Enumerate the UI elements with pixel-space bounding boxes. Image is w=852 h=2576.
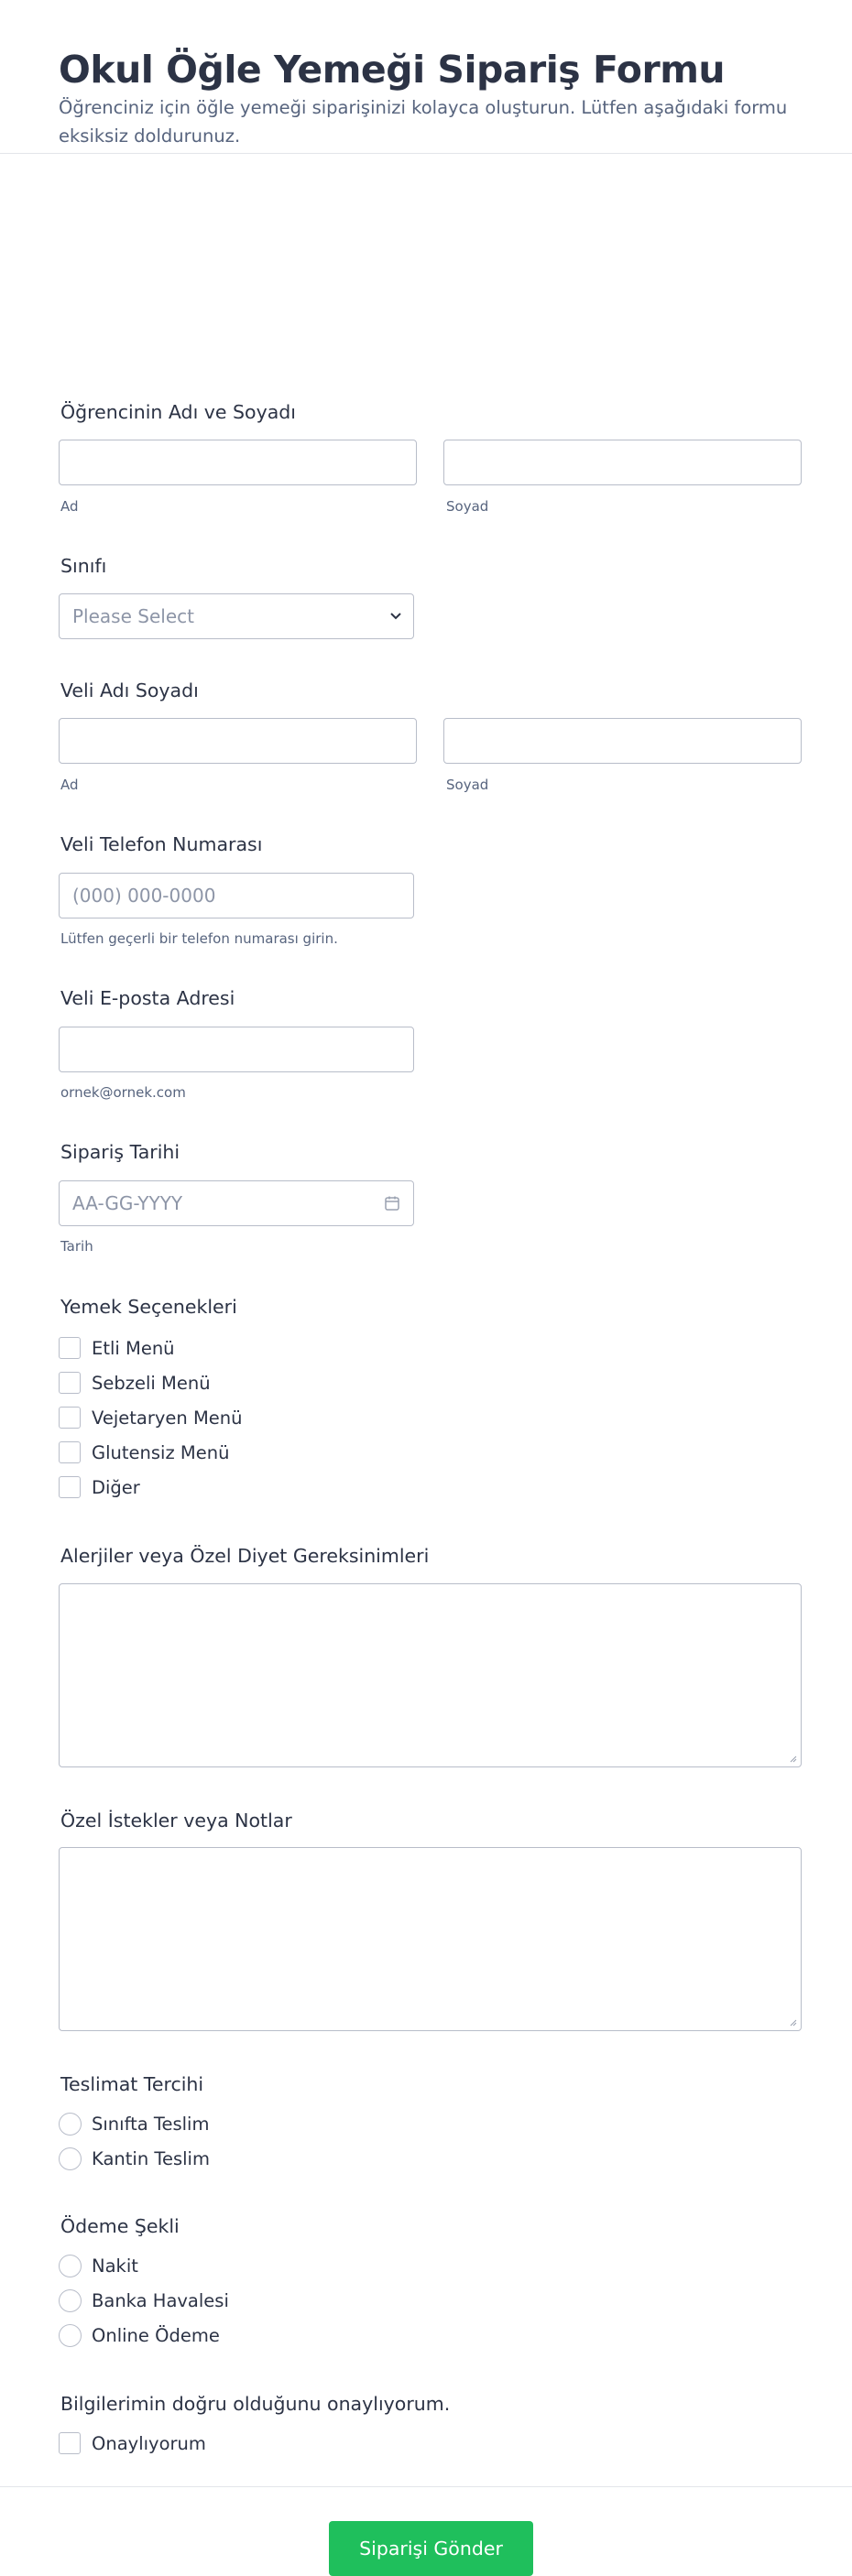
parent-name-label: Veli Adı Soyadı bbox=[60, 679, 199, 701]
notes-label: Özel İstekler veya Notlar bbox=[60, 1810, 292, 1831]
submit-button[interactable]: Siparişi Gönder bbox=[329, 2521, 533, 2576]
delivery-option-label: Sınıfta Teslim bbox=[92, 2113, 210, 2135]
order-date-sublabel: Tarih bbox=[60, 1238, 93, 1255]
resize-handle-icon[interactable] bbox=[788, 2017, 797, 2027]
checkbox[interactable] bbox=[59, 1476, 81, 1498]
meal-option-label: Diğer bbox=[92, 1476, 140, 1498]
checkbox[interactable] bbox=[59, 2432, 81, 2454]
confirm-option[interactable]: Onaylıyorum bbox=[59, 2431, 206, 2455]
meal-option[interactable]: Glutensiz Menü bbox=[59, 1440, 229, 1464]
parent-email-label: Veli E-posta Adresi bbox=[60, 987, 235, 1009]
radio-button[interactable] bbox=[59, 2288, 82, 2312]
checkbox[interactable] bbox=[59, 1407, 81, 1429]
payment-option-label: Nakit bbox=[92, 2255, 138, 2277]
payment-option[interactable]: Online Ödeme bbox=[59, 2323, 220, 2347]
meal-option-label: Glutensiz Menü bbox=[92, 1441, 230, 1463]
meal-option[interactable]: Sebzeli Menü bbox=[59, 1371, 211, 1395]
checkbox[interactable] bbox=[59, 1441, 81, 1463]
parent-phone-sublabel: Lütfen geçerli bir telefon numarası giri… bbox=[60, 930, 338, 947]
chevron-down-icon bbox=[390, 613, 401, 620]
grade-label: Sınıfı bbox=[60, 555, 107, 577]
confirm-option-label: Onaylıyorum bbox=[92, 2432, 206, 2454]
payment-option[interactable]: Nakit bbox=[59, 2254, 138, 2277]
allergies-label: Alerjiler veya Özel Diyet Gereksinimleri bbox=[60, 1545, 430, 1567]
order-date-placeholder: AA-GG-YYYY bbox=[72, 1192, 183, 1214]
confirm-label: Bilgilerimin doğru olduğunu onaylıyorum. bbox=[60, 2393, 451, 2415]
radio-button[interactable] bbox=[59, 2147, 82, 2170]
payment-option-label: Banka Havalesi bbox=[92, 2289, 229, 2311]
form-title: Okul Öğle Yemeği Sipariş Formu bbox=[59, 48, 726, 92]
delivery-option[interactable]: Kantin Teslim bbox=[59, 2147, 210, 2170]
parent-email-sublabel: ornek@ornek.com bbox=[60, 1084, 186, 1101]
form-header: Okul Öğle Yemeği Sipariş Formu Öğrencini… bbox=[0, 0, 852, 154]
order-date-input[interactable]: AA-GG-YYYY bbox=[59, 1180, 414, 1226]
student-first-name-input[interactable] bbox=[59, 440, 417, 485]
grade-select[interactable]: Please Select bbox=[59, 593, 414, 639]
student-name-label: Öğrencinin Adı ve Soyadı bbox=[60, 401, 297, 423]
delivery-label: Teslimat Tercihi bbox=[60, 2073, 204, 2095]
resize-handle-icon[interactable] bbox=[788, 1754, 797, 1763]
order-date-label: Sipariş Tarihi bbox=[60, 1141, 180, 1163]
radio-button[interactable] bbox=[59, 2254, 82, 2277]
parent-phone-placeholder: (000) 000-0000 bbox=[72, 885, 216, 907]
notes-textarea[interactable] bbox=[59, 1847, 802, 2031]
delivery-option[interactable]: Sınıfta Teslim bbox=[59, 2112, 209, 2136]
payment-label: Ödeme Şekli bbox=[60, 2215, 180, 2237]
meal-option[interactable]: Vejetaryen Menü bbox=[59, 1406, 242, 1429]
student-last-name-sublabel: Soyad bbox=[446, 498, 489, 515]
parent-email-input[interactable] bbox=[59, 1027, 414, 1072]
parent-phone-input[interactable]: (000) 000-0000 bbox=[59, 873, 414, 918]
payment-option-label: Online Ödeme bbox=[92, 2324, 220, 2346]
student-last-name-input[interactable] bbox=[443, 440, 802, 485]
meal-option-label: Etli Menü bbox=[92, 1337, 175, 1359]
allergies-textarea[interactable] bbox=[59, 1583, 802, 1767]
parent-first-name-input[interactable] bbox=[59, 718, 417, 764]
radio-button[interactable] bbox=[59, 2112, 82, 2136]
student-first-name-sublabel: Ad bbox=[60, 498, 79, 515]
radio-button[interactable] bbox=[59, 2323, 82, 2347]
footer-divider bbox=[0, 2486, 852, 2487]
checkbox[interactable] bbox=[59, 1372, 81, 1394]
parent-last-name-input[interactable] bbox=[443, 718, 802, 764]
checkbox[interactable] bbox=[59, 1337, 81, 1359]
meal-option-label: Vejetaryen Menü bbox=[92, 1407, 243, 1429]
parent-last-name-sublabel: Soyad bbox=[446, 777, 489, 793]
payment-option[interactable]: Banka Havalesi bbox=[59, 2288, 229, 2312]
meal-option[interactable]: Diğer bbox=[59, 1475, 140, 1499]
calendar-icon[interactable] bbox=[384, 1195, 400, 1212]
grade-select-placeholder: Please Select bbox=[72, 605, 194, 627]
meal-options-label: Yemek Seçenekleri bbox=[60, 1296, 237, 1318]
form-subtitle: Öğrenciniz için öğle yemeği siparişinizi… bbox=[59, 97, 788, 147]
delivery-option-label: Kantin Teslim bbox=[92, 2147, 210, 2169]
meal-option[interactable]: Etli Menü bbox=[59, 1336, 175, 1360]
parent-phone-label: Veli Telefon Numarası bbox=[60, 833, 263, 855]
meal-option-label: Sebzeli Menü bbox=[92, 1372, 211, 1394]
parent-first-name-sublabel: Ad bbox=[60, 777, 79, 793]
